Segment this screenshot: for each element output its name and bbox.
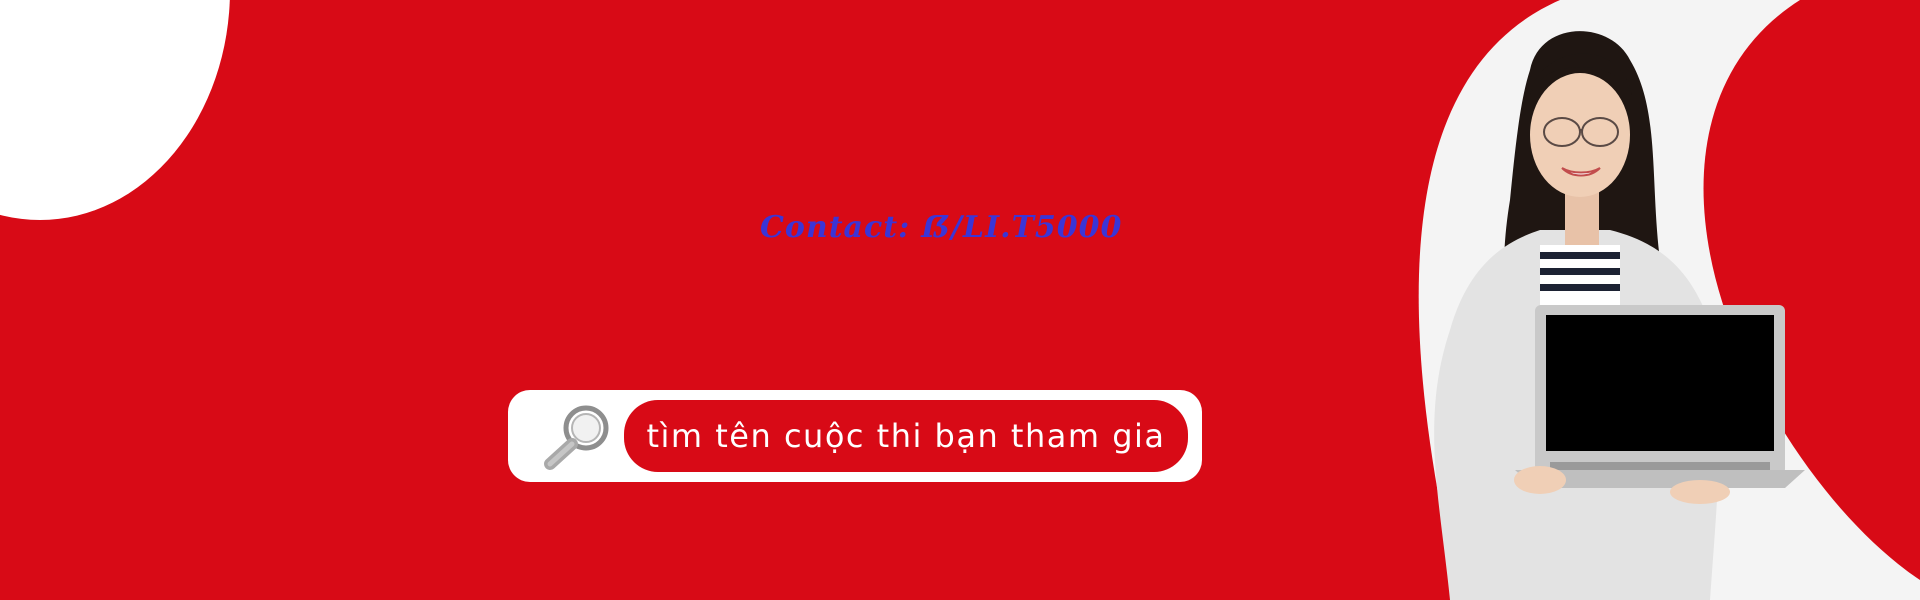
search-placeholder: tìm tên cuộc thi bạn tham gia — [646, 417, 1166, 455]
search-bar[interactable]: tìm tên cuộc thi bạn tham gia — [508, 390, 1202, 482]
search-input[interactable]: tìm tên cuộc thi bạn tham gia — [624, 400, 1188, 472]
contact-text: Contact: ẞ/LI.T5000 — [760, 210, 1123, 245]
search-icon[interactable] — [538, 400, 618, 472]
person-with-laptop-image — [1434, 31, 1805, 600]
hero-banner: Contact: ẞ/LI.T5000 tìm tên cuộc thi bạn… — [0, 0, 1920, 600]
